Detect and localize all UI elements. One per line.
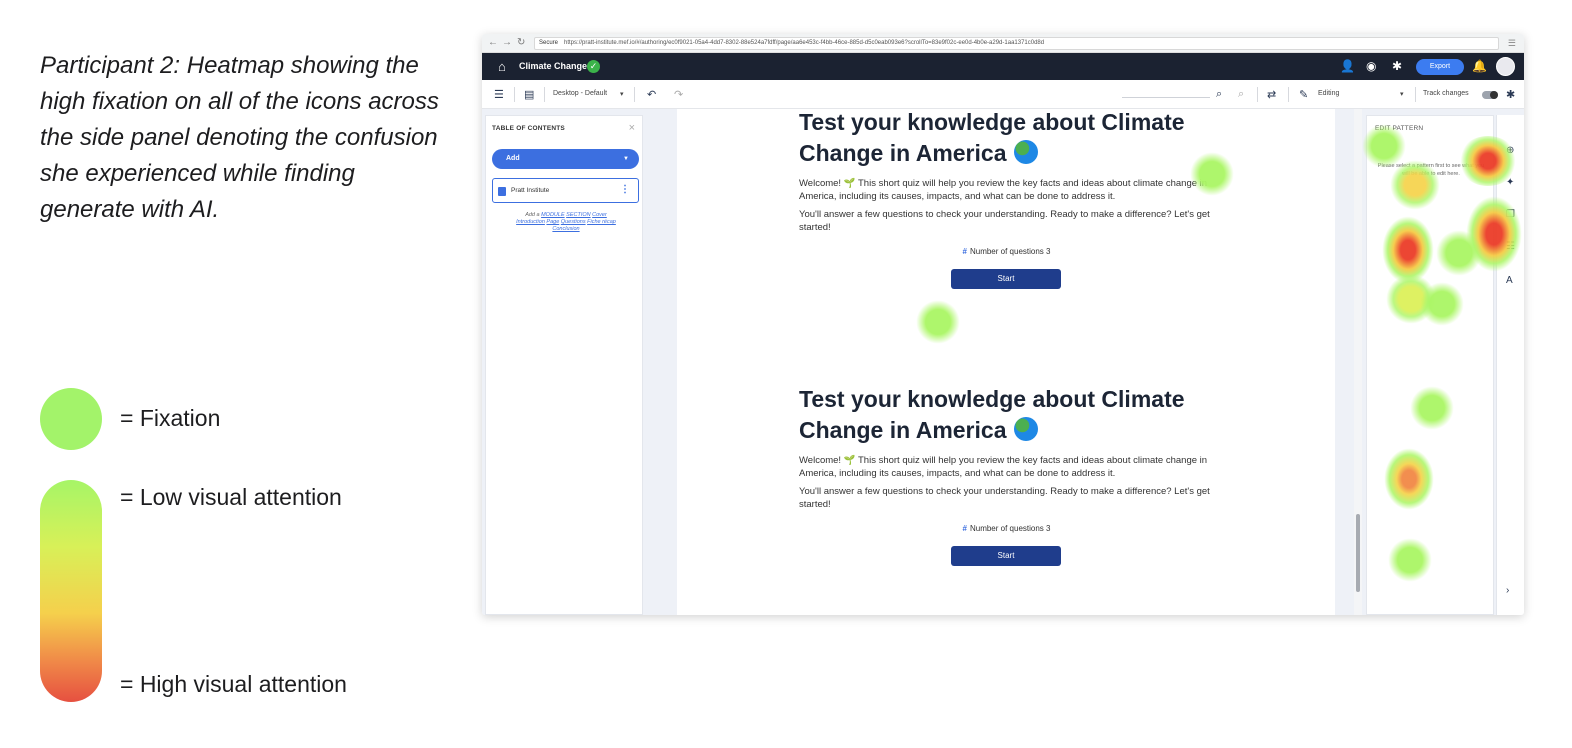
browser-address-bar: ← → ↻ Secure https://pratt-institute.mef.…: [482, 34, 1524, 53]
toc-link-cover[interactable]: Cover: [592, 212, 607, 218]
quiz-title: Test your knowledge about Climate Change…: [799, 109, 1185, 166]
gear-icon[interactable]: ✱: [1392, 59, 1402, 73]
toc-link-questions[interactable]: Questions: [561, 219, 586, 225]
add-user-icon[interactable]: 👤: [1340, 59, 1355, 73]
editor-workarea: TABLE OF CONTENTS × Add ▼ Pratt Institute…: [482, 109, 1524, 615]
toc-link-prefix: Add a: [525, 212, 540, 218]
app-header: ⌂ Climate Change ✓ 👤 ◉ ✱ Export 🔔: [482, 53, 1524, 80]
legend-low-label: = Low visual attention: [120, 484, 342, 510]
document-icon: [498, 187, 506, 196]
canvas-scrollbar[interactable]: [1354, 109, 1362, 615]
swap-icon[interactable]: ⇄: [1267, 88, 1276, 101]
edit-pattern-panel: EDIT PATTERN Please select a pattern fir…: [1366, 115, 1494, 615]
list-icon[interactable]: ☰: [494, 88, 504, 101]
legend-fixation-swatch: [40, 388, 102, 450]
sliders-icon[interactable]: ☷: [1506, 241, 1515, 252]
legend-high-label: = High visual attention: [120, 671, 347, 697]
export-button[interactable]: Export: [1416, 59, 1464, 75]
more-options-icon[interactable]: ⋮: [620, 184, 630, 195]
edit-pattern-heading: EDIT PATTERN: [1375, 125, 1424, 132]
undo-icon[interactable]: ↶: [647, 88, 656, 101]
globe-icon: [1014, 140, 1039, 164]
redo-icon[interactable]: ↷: [674, 88, 683, 101]
add-button[interactable]: Add ▼: [492, 149, 639, 169]
app-title: Climate Change: [519, 61, 588, 71]
toc-link-page[interactable]: Page: [546, 219, 559, 225]
avatar[interactable]: [1496, 57, 1515, 76]
quiz-block[interactable]: Test your knowledge about Climate Change…: [799, 107, 1219, 289]
start-button[interactable]: Start: [951, 269, 1061, 289]
search-input[interactable]: [1122, 97, 1210, 98]
quiz-intro-text: You'll answer a few questions to check y…: [799, 209, 1210, 233]
pencil-icon: ✎: [1299, 89, 1309, 101]
track-changes-label: Track changes: [1423, 90, 1469, 97]
toc-link-conclusion[interactable]: Conclusion: [552, 226, 579, 232]
toc-link-introduction[interactable]: Introduction: [516, 219, 545, 225]
home-icon[interactable]: ⌂: [498, 59, 506, 74]
url-input[interactable]: Secure https://pratt-institute.mef.io/#/a…: [534, 37, 1499, 50]
legend-fixation-label: = Fixation: [120, 405, 221, 431]
caption: Participant 2: Heatmap showing the high …: [40, 52, 439, 223]
bell-icon[interactable]: 🔔: [1472, 59, 1487, 73]
browser-menu-icon[interactable]: ☰: [1508, 38, 1516, 49]
hash-icon: #: [962, 247, 967, 256]
forward-icon[interactable]: →: [502, 37, 512, 48]
chevron-right-icon[interactable]: ›: [1506, 585, 1509, 596]
scrollbar-thumb[interactable]: [1356, 514, 1360, 592]
chevron-down-icon: ▼: [623, 156, 629, 162]
search-icon[interactable]: ⌕: [1216, 88, 1222, 101]
toc-link-section[interactable]: SECTION: [566, 212, 590, 218]
close-icon[interactable]: ×: [629, 122, 635, 134]
quiz-intro-text: You'll answer a few questions to check y…: [799, 486, 1210, 510]
edit-pattern-hint: Please select a pattern first to see wha…: [1377, 163, 1485, 177]
comment-icon[interactable]: ▤: [524, 88, 534, 101]
add-circle-icon[interactable]: ⊕: [1506, 145, 1514, 156]
globe-icon: [1014, 417, 1039, 441]
side-icon-strip: ⊕ ✦ ❐ ☷ A ›: [1496, 115, 1524, 615]
reload-icon[interactable]: ↻: [517, 37, 525, 48]
quiz-welcome-text: Welcome! 🌱 This short quiz will help you…: [799, 178, 1208, 202]
editor-toolbar: ☰ ▤ Desktop - Default ▾ ↶ ↷ ⌕ ⌕ ⇄ ✎ Edit…: [482, 80, 1524, 109]
url-text: https://pratt-institute.mef.io/#/authori…: [564, 40, 1045, 46]
back-icon[interactable]: ←: [488, 37, 498, 48]
question-count: Number of questions 3: [969, 524, 1051, 533]
toc-add-links: Add a MODULE SECTION Cover Introduction …: [496, 212, 636, 233]
toc-item[interactable]: Pratt Institute ⋮: [492, 178, 639, 203]
question-count: Number of questions 3: [969, 247, 1051, 256]
sparkle-icon[interactable]: ✦: [1506, 177, 1514, 188]
table-of-contents-panel: TABLE OF CONTENTS × Add ▼ Pratt Institute…: [485, 115, 643, 615]
device-select[interactable]: Desktop - Default: [553, 90, 607, 97]
mode-chevron-icon[interactable]: ▾: [1400, 90, 1404, 98]
legend-attention-gradient: [40, 480, 102, 702]
mode-select[interactable]: Editing: [1318, 90, 1339, 97]
page-canvas: Test your knowledge about Climate Change…: [677, 109, 1335, 615]
search-clear-icon[interactable]: ⌕: [1238, 88, 1244, 101]
quiz-block[interactable]: Test your knowledge about Climate Change…: [799, 384, 1219, 566]
start-button[interactable]: Start: [951, 546, 1061, 566]
quiz-title: Test your knowledge about Climate Change…: [799, 386, 1185, 443]
settings-icon[interactable]: ✱: [1506, 88, 1515, 101]
check-icon: ✓: [587, 60, 600, 73]
add-button-label: Add: [506, 155, 520, 162]
toc-heading: TABLE OF CONTENTS: [492, 125, 565, 132]
eye-icon[interactable]: ◉: [1366, 59, 1376, 73]
secure-label: Secure: [539, 40, 559, 46]
spellcheck-icon[interactable]: A: [1506, 275, 1513, 286]
copy-icon[interactable]: ❐: [1506, 209, 1515, 220]
quiz-welcome-text: Welcome! 🌱 This short quiz will help you…: [799, 455, 1208, 479]
toc-link-module[interactable]: MODULE: [541, 212, 565, 218]
hash-icon: #: [962, 524, 967, 533]
device-chevron-icon[interactable]: ▾: [620, 90, 624, 98]
toc-link-fiche-recap[interactable]: Fiche récap: [587, 219, 616, 225]
toc-item-label: Pratt Institute: [511, 187, 550, 194]
browser-window: ← → ↻ Secure https://pratt-institute.mef.…: [482, 34, 1524, 615]
track-changes-toggle[interactable]: [1482, 91, 1498, 99]
